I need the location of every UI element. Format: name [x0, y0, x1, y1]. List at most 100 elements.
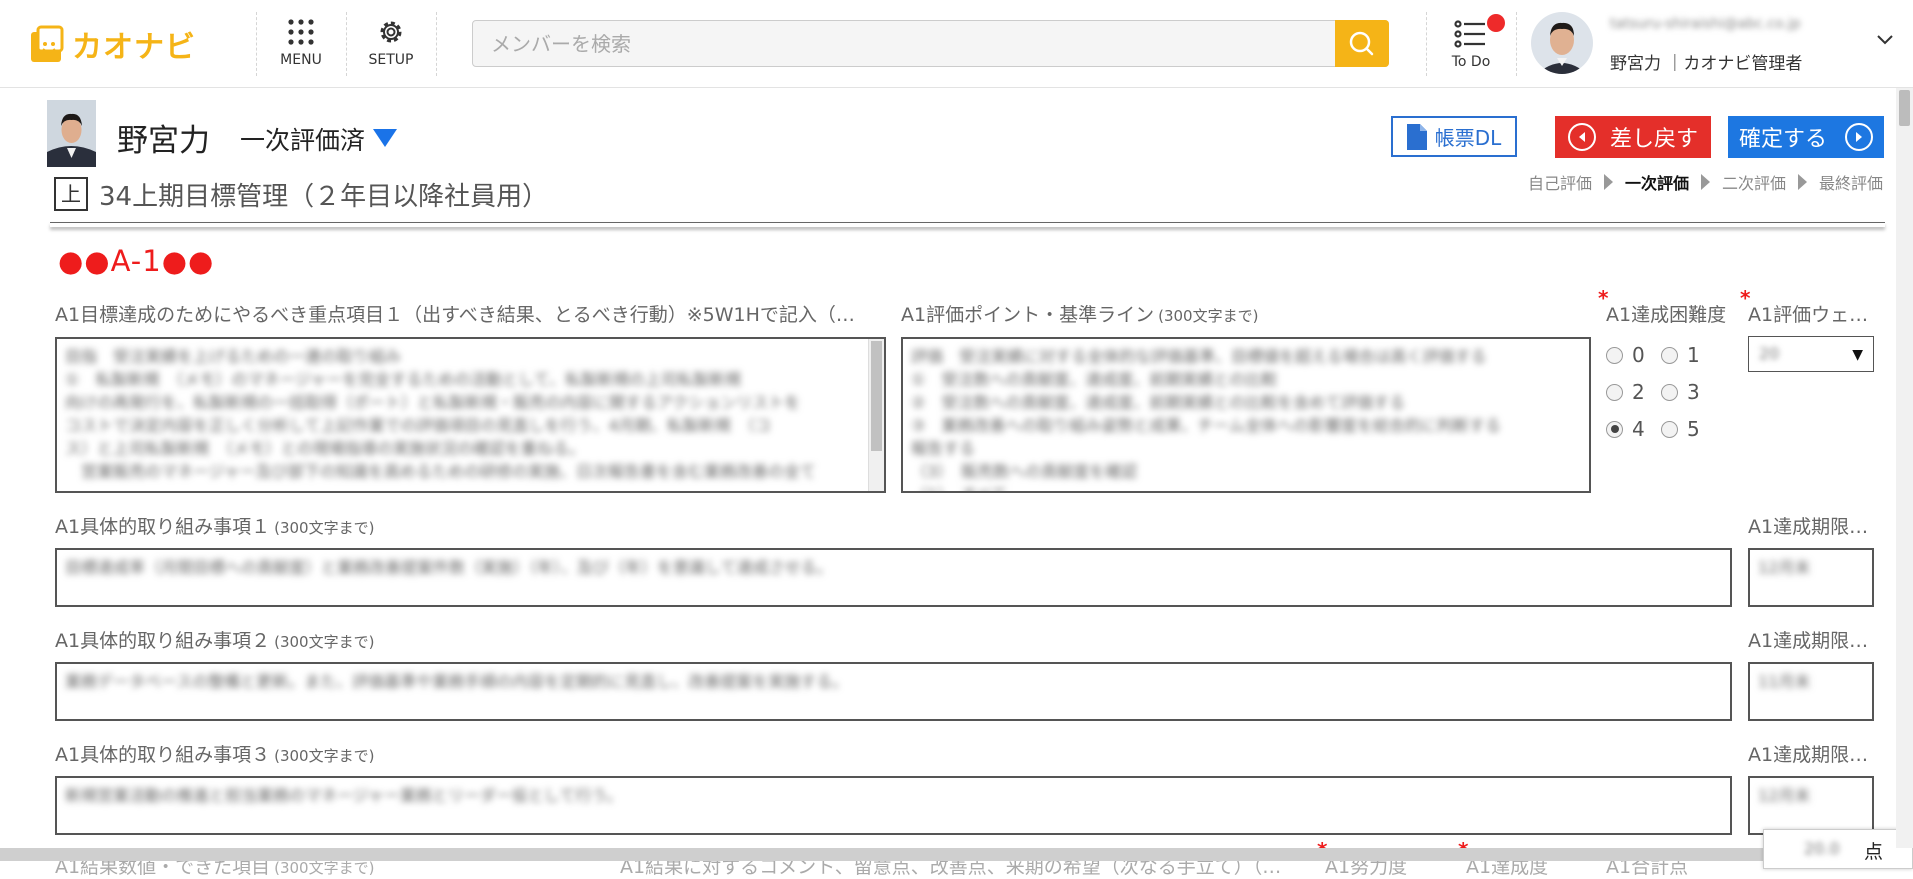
floating-points-box: 20.0 点	[1763, 829, 1913, 869]
item2-label: A1具体的取り組み事項２ (300文字まで)	[55, 626, 374, 653]
arrow-left-icon	[1567, 123, 1596, 151]
menu-label: MENU	[280, 52, 322, 68]
radio-button[interactable]	[1661, 420, 1678, 438]
item2-text: 業務データベースの整備と更新。また、評価基準や業務手順の内容を定期的に見直し、改…	[65, 672, 849, 691]
difficulty-option-label: 0	[1632, 343, 1645, 367]
step-self-evaluation[interactable]: 自己評価	[1528, 170, 1592, 194]
horizontal-scrollbar[interactable]	[0, 848, 1913, 861]
logo-text: カオナビ	[72, 30, 196, 65]
download-form-button[interactable]: 帳票DL	[1391, 116, 1517, 157]
step-second-evaluation[interactable]: 二次評価	[1722, 170, 1786, 194]
item1-label-text: A1具体的取り組み事項１	[55, 516, 271, 538]
result-char-limit: (300文字まで)	[274, 859, 375, 877]
radio-button-selected[interactable]	[1606, 420, 1623, 438]
points-unit: 点	[1864, 841, 1884, 863]
deadline2-input[interactable]: 11月末	[1748, 662, 1874, 721]
goal-text: 目指 受注実績を上げるための一連の取り組み ① 私製新規 （メモ）のマネージャー…	[65, 347, 816, 481]
points-value: 20.0	[1804, 839, 1840, 858]
weight-value: 20	[1759, 344, 1780, 363]
item1-textarea[interactable]: 目標達成率（月間目標への貢献度）と業務改善提案件数（実施）（年）、及び（年）を意…	[55, 548, 1732, 607]
difficulty-option-label: 4	[1632, 417, 1645, 441]
search-button[interactable]	[1335, 20, 1389, 67]
deadline1-input[interactable]: 12月末	[1748, 548, 1874, 607]
step-first-evaluation[interactable]: 一次評価	[1625, 170, 1689, 194]
radio-button[interactable]	[1661, 383, 1678, 401]
evaluation-status-dropdown[interactable]: 一次評価済	[240, 121, 398, 157]
page-scrollbar-thumb[interactable]	[1899, 90, 1910, 126]
page-scrollbar[interactable]	[1896, 88, 1913, 848]
setup-button[interactable]: SETUP	[351, 16, 431, 76]
user-avatar[interactable]	[1531, 12, 1593, 74]
deadline3-text: 12月末	[1758, 786, 1811, 805]
caret-down-icon	[373, 129, 398, 147]
step-final-evaluation[interactable]: 最終評価	[1819, 170, 1883, 194]
chevron-down-icon[interactable]	[1876, 34, 1894, 46]
deadline2-label: A1達成期限…	[1748, 630, 1869, 652]
user-photo-icon	[1531, 12, 1593, 74]
eval-point-label-text: A1評価ポイント・基準ライン	[901, 304, 1155, 326]
list-icon	[1454, 20, 1485, 48]
divider	[436, 12, 437, 76]
employee-name: 野宮力	[117, 123, 210, 159]
difficulty-option-label: 3	[1687, 380, 1700, 404]
difficulty-option-5[interactable]: 5	[1661, 417, 1700, 441]
evaluation-status: 一次評価済	[240, 126, 366, 155]
difficulty-option-label: 5	[1687, 417, 1700, 441]
item2-textarea[interactable]: 業務データベースの整備と更新。また、評価基準や業務手順の内容を定期的に見直し、改…	[55, 662, 1732, 721]
divider	[346, 12, 347, 76]
item3-label-text: A1具体的取り組み事項３	[55, 744, 271, 766]
step-arrow-icon	[1797, 174, 1807, 190]
weight-label: A1評価ウェ…	[1748, 304, 1869, 326]
menu-button[interactable]: MENU	[261, 16, 341, 76]
grid-icon	[288, 19, 314, 45]
weight-select[interactable]: 20 ▼	[1748, 336, 1874, 372]
divider	[1426, 12, 1427, 76]
arrow-right-icon	[1845, 123, 1873, 151]
step-arrow-icon	[1603, 174, 1613, 190]
textarea-scrollbar[interactable]	[868, 339, 884, 491]
difficulty-option-label: 2	[1632, 380, 1645, 404]
scrollbar-thumb[interactable]	[871, 341, 882, 451]
deadline1-label: A1達成期限…	[1748, 516, 1869, 538]
logo-face-icon	[31, 25, 64, 62]
search-input[interactable]	[473, 21, 1335, 66]
setup-label: SETUP	[368, 52, 414, 68]
goal-field-label: A1目標達成のためにやるべき重点項目１（出すべき結果、とるべき行動）※5W1Hで…	[55, 304, 855, 326]
difficulty-option-3[interactable]: 3	[1661, 380, 1700, 404]
radio-button[interactable]	[1661, 346, 1678, 364]
send-back-button[interactable]: 差し戻す	[1555, 116, 1711, 158]
item1-label: A1具体的取り組み事項１ (300文字まで)	[55, 512, 374, 539]
goal-textarea[interactable]: 目指 受注実績を上げるための一連の取り組み ① 私製新規 （メモ）のマネージャー…	[55, 337, 886, 493]
sheet-title: 34上期目標管理（２年目以降社員用）	[99, 182, 549, 212]
download-label: 帳票DL	[1434, 126, 1502, 150]
difficulty-option-2[interactable]: 2	[1606, 380, 1645, 404]
search-icon	[1349, 31, 1374, 56]
step-arrow-icon	[1700, 174, 1710, 190]
radio-button[interactable]	[1606, 346, 1623, 364]
user-display-name: 野宮力 ｜カオナビ管理者	[1610, 54, 1803, 74]
todo-button[interactable]: To Do	[1445, 14, 1505, 76]
eval-point-text: 評価 受注実績に対する全体的な評価基準、目標値を超える場合は高く評価する ① 受…	[911, 347, 1501, 491]
radio-button[interactable]	[1606, 383, 1623, 401]
divider	[1516, 12, 1517, 76]
item3-textarea[interactable]: 新規営業活動の推進と担当業務のマネージャー業務とリーダー役として行う。	[55, 776, 1732, 835]
difficulty-option-0[interactable]: 0	[1606, 343, 1645, 367]
confirm-button[interactable]: 確定する	[1728, 116, 1884, 158]
eval-point-textarea[interactable]: 評価 受注実績に対する全体的な評価基準、目標値を超える場合は高く評価する ① 受…	[901, 337, 1591, 493]
send-back-label: 差し戻す	[1609, 127, 1698, 152]
top-bar: カオナビ MENU SETUP メンバーを検索 To Do tatsuru-sh…	[0, 0, 1913, 88]
confirm-label: 確定する	[1738, 127, 1827, 152]
deadline3-input[interactable]: 12月末	[1748, 776, 1874, 835]
deadline2-text: 11月末	[1758, 672, 1811, 691]
term-badge: 上	[54, 177, 88, 211]
difficulty-label: A1達成困難度	[1606, 304, 1727, 326]
difficulty-option-1[interactable]: 1	[1661, 343, 1700, 367]
member-search	[472, 20, 1389, 67]
difficulty-option-label: 1	[1687, 343, 1700, 367]
gear-icon	[380, 21, 402, 43]
evaluation-steps: 自己評価 一次評価 二次評価 最終評価	[1528, 170, 1883, 194]
deadline1-text: 12月末	[1758, 558, 1811, 577]
divider	[256, 12, 257, 76]
kaonavi-logo[interactable]: カオナビ	[28, 22, 196, 66]
difficulty-option-4[interactable]: 4	[1606, 417, 1645, 441]
